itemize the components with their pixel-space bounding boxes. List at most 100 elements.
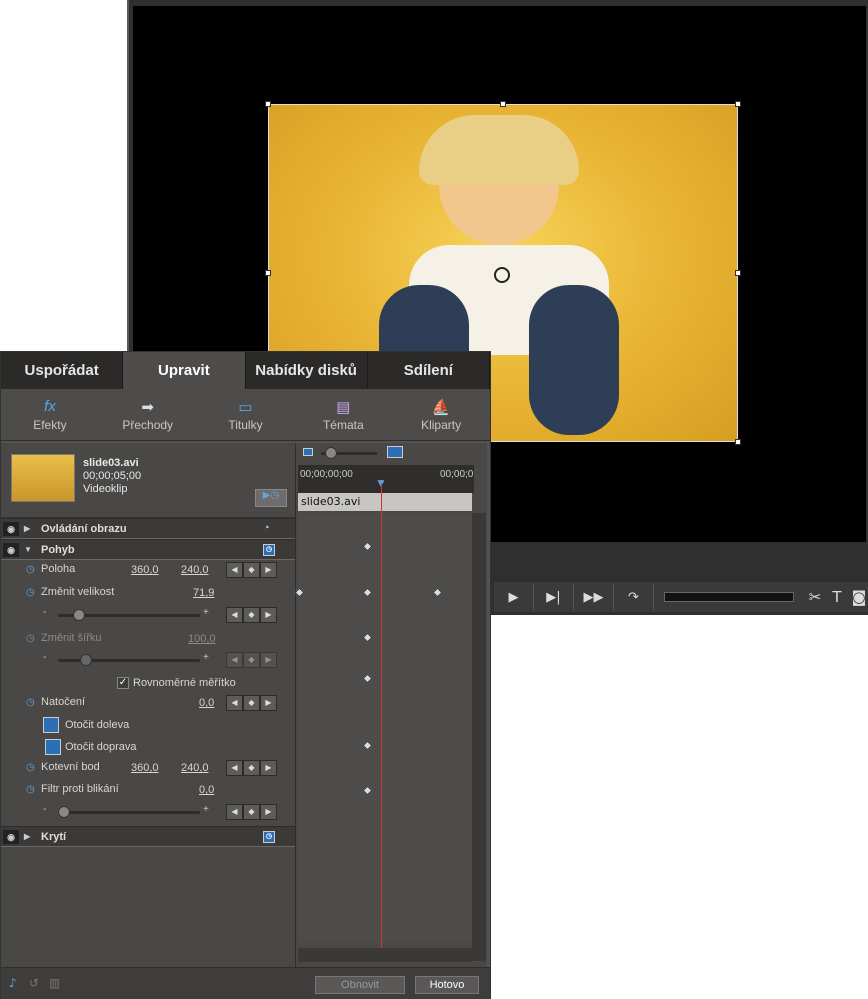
add-keyframe-button[interactable]: ◆ (243, 562, 260, 578)
position-x-value[interactable]: 360,0 (131, 564, 159, 576)
collapse-icon[interactable]: ▼ (24, 545, 32, 554)
trash-icon[interactable]: ▥ (49, 976, 60, 990)
rotate-right-label[interactable]: Otočit doprava (65, 741, 137, 753)
resize-handle[interactable] (735, 270, 741, 276)
expand-icon[interactable]: ▶ (24, 524, 30, 533)
prop-label: Filtr proti blikání (41, 783, 119, 795)
keyframe-marker[interactable] (362, 785, 373, 796)
stopwatch-icon[interactable]: ◷ (26, 762, 35, 773)
scale-value[interactable]: 71,9 (193, 587, 214, 599)
keyframe-marker[interactable] (362, 632, 373, 643)
jog-shuttle[interactable] (664, 592, 794, 602)
uniform-scale-checkbox[interactable]: ✓ (117, 677, 129, 689)
clipart-tool[interactable]: ⛵ Kliparty (392, 398, 490, 432)
stopwatch-icon[interactable]: ◷ (263, 831, 275, 843)
next-keyframe-button[interactable]: ▶ (260, 562, 277, 578)
audio-icon[interactable]: ♪ (9, 976, 17, 990)
keyframe-marker[interactable] (294, 587, 305, 598)
zoom-in-icon[interactable] (387, 446, 403, 458)
step-forward-button[interactable]: ▶| (534, 584, 574, 610)
stopwatch-icon[interactable]: ◷ (26, 697, 35, 708)
anchor-x-value[interactable]: 360,0 (131, 762, 159, 774)
prev-keyframe-button[interactable]: ◀ (226, 695, 243, 711)
keyframe-marker[interactable] (362, 541, 373, 552)
time-ruler[interactable]: 00;00;00;00 00;00;0 ▼ (298, 465, 474, 493)
keyframe-marker[interactable] (362, 740, 373, 751)
stopwatch-icon[interactable]: ◔ (263, 522, 270, 534)
eye-icon[interactable]: ◉ (3, 543, 19, 557)
themes-tool[interactable]: ▤ Témata (294, 398, 392, 432)
clip-info: slide03.avi 00;00;05;00 Videoklip ▶◷ (1, 443, 295, 518)
slider-knob[interactable] (58, 806, 70, 818)
horizontal-scrollbar[interactable] (298, 948, 472, 962)
eye-icon[interactable]: ◉ (3, 522, 19, 536)
rotate-right-icon[interactable] (45, 739, 61, 755)
zoom-knob[interactable] (325, 447, 337, 459)
scale-slider[interactable] (58, 609, 200, 621)
vertical-scrollbar[interactable] (472, 513, 486, 961)
add-keyframe-button[interactable]: ◆ (243, 607, 260, 623)
slider-knob[interactable] (73, 609, 85, 621)
show-keyframes-button[interactable]: ▶◷ (255, 489, 287, 507)
fast-forward-button[interactable]: ▶▶ (574, 584, 614, 610)
undo-icon[interactable]: ↺ (29, 976, 39, 990)
expand-icon[interactable]: ▶ (24, 832, 30, 841)
add-keyframe-button[interactable]: ◆ (243, 695, 260, 711)
section-opacity[interactable]: ◉ ▶ Krytí ◷ (1, 826, 295, 847)
add-keyframe-button[interactable]: ◆ (243, 804, 260, 820)
zoom-out-icon[interactable] (303, 448, 313, 456)
keyframe-track[interactable] (294, 513, 472, 943)
camera-icon[interactable]: ◙ (848, 588, 868, 606)
stopwatch-icon: ◷ (26, 633, 35, 644)
rotate-left-row[interactable]: Otočit doleva (1, 715, 295, 736)
stopwatch-icon[interactable]: ◷ (26, 784, 35, 795)
tab-edit[interactable]: Upravit (123, 352, 246, 389)
resize-handle[interactable] (500, 101, 506, 107)
transitions-tool[interactable]: ➡ Přechody (99, 398, 197, 432)
tab-disc-menus[interactable]: Nabídky disků (246, 352, 368, 389)
resize-handle[interactable] (735, 101, 741, 107)
resize-handle[interactable] (265, 270, 271, 276)
resize-handle[interactable] (265, 101, 271, 107)
eye-icon[interactable]: ◉ (3, 830, 19, 844)
scissors-icon[interactable]: ✂ (804, 588, 826, 606)
tab-share[interactable]: Sdílení (368, 352, 490, 389)
playhead-line (381, 483, 382, 948)
add-keyframe-button[interactable]: ◆ (243, 760, 260, 776)
rotation-value[interactable]: 0,0 (199, 697, 214, 709)
prev-keyframe-button[interactable]: ◀ (226, 804, 243, 820)
keyframe-marker[interactable] (362, 587, 373, 598)
rotate-left-label[interactable]: Otočit doleva (65, 719, 129, 731)
section-motion[interactable]: ◉ ▼ Pohyb ◷ (1, 539, 295, 560)
anchor-y-value[interactable]: 240,0 (181, 762, 209, 774)
timeline-clip[interactable]: slide03.avi (298, 493, 472, 511)
stopwatch-icon[interactable]: ◷ (263, 544, 275, 556)
next-keyframe-button[interactable]: ▶ (260, 760, 277, 776)
resize-handle[interactable] (735, 439, 741, 445)
next-keyframe-button[interactable]: ▶ (260, 695, 277, 711)
titles-tool[interactable]: ▭ Titulky (197, 398, 295, 432)
stopwatch-icon[interactable]: ◷ (26, 587, 35, 598)
rotate-right-row[interactable]: Otočit doprava (1, 736, 295, 758)
position-y-value[interactable]: 240,0 (181, 564, 209, 576)
section-image-control[interactable]: ◉ ▶ Ovládání obrazu ◔ (1, 518, 295, 539)
prev-keyframe-button[interactable]: ◀ (226, 607, 243, 623)
next-keyframe-button[interactable]: ▶ (260, 607, 277, 623)
keyframe-marker[interactable] (362, 673, 373, 684)
stopwatch-icon[interactable]: ◷ (26, 564, 35, 575)
reset-button[interactable]: Obnovit (315, 976, 405, 994)
prev-keyframe-button[interactable]: ◀ (226, 562, 243, 578)
flicker-slider[interactable] (58, 806, 200, 818)
anchor-crosshair-icon[interactable] (494, 267, 510, 283)
tab-organize[interactable]: Uspořádat (1, 352, 124, 389)
keyframe-marker[interactable] (432, 587, 443, 598)
done-button[interactable]: Hotovo (415, 976, 479, 994)
rotate-left-icon[interactable] (43, 717, 59, 733)
prev-keyframe-button[interactable]: ◀ (226, 760, 243, 776)
text-icon[interactable]: T (826, 588, 848, 606)
flicker-value[interactable]: 0,0 (199, 784, 214, 796)
effects-tool[interactable]: fx Efekty (1, 398, 99, 432)
next-keyframe-button[interactable]: ▶ (260, 804, 277, 820)
play-button[interactable]: ▶ (494, 584, 534, 610)
goto-end-button[interactable]: ↷ (614, 584, 654, 610)
